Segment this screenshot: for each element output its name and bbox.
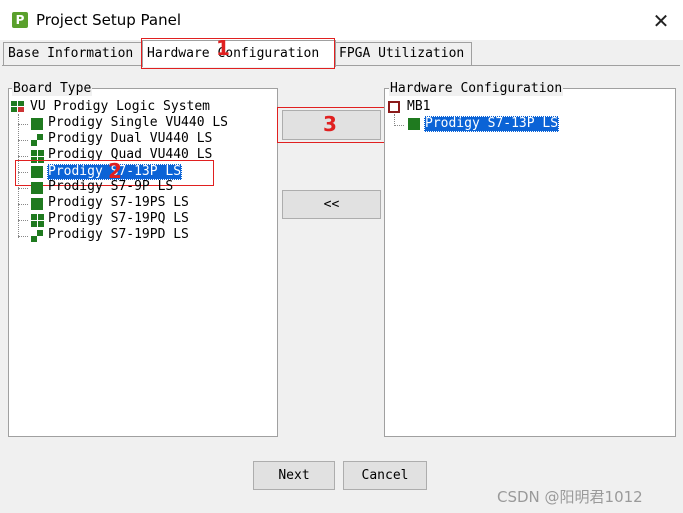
board-type-title: Board Type: [12, 81, 93, 96]
board-icon: [31, 214, 37, 220]
board-icon: [31, 198, 43, 210]
board-icon: [31, 118, 43, 130]
system-icon: [11, 101, 25, 113]
tree-connector: [394, 125, 404, 126]
board-icon: [31, 182, 43, 194]
tab-fpga-utilization[interactable]: FPGA Utilization: [334, 42, 472, 65]
board-item[interactable]: Prodigy S7-19PD LS: [48, 227, 189, 243]
board-icon: [37, 134, 43, 140]
hardware-config-title: Hardware Configuration: [389, 81, 564, 96]
annotation-box-1: [141, 38, 335, 69]
board-item[interactable]: Prodigy Dual VU440 LS: [48, 131, 212, 147]
cancel-button[interactable]: Cancel: [343, 461, 427, 490]
board-icon: [31, 236, 37, 242]
tree-connector: [18, 204, 28, 205]
tree-connector: [18, 124, 28, 125]
config-item-selected[interactable]: Prodigy S7-13P LS: [424, 116, 560, 132]
tree-root-vu-prodigy[interactable]: VU Prodigy Logic System: [30, 99, 210, 115]
board-icon: [31, 150, 37, 156]
app-icon: P: [12, 12, 28, 28]
board-icon: [408, 118, 420, 130]
watermark: CSDN @阳明君1012: [497, 488, 643, 506]
tree-connector: [18, 140, 28, 141]
close-icon[interactable]: ✕: [646, 8, 676, 34]
tree-connector: [18, 188, 28, 189]
annotation-number-1: 1: [216, 36, 230, 60]
board-icon: [31, 221, 37, 227]
tree-connector: [18, 236, 28, 237]
board-item[interactable]: Prodigy S7-9P LS: [48, 179, 173, 195]
board-icon: [38, 214, 44, 220]
annotation-number-3: 3: [323, 112, 337, 136]
tree-connector: [18, 156, 28, 157]
board-item[interactable]: Prodigy Single VU440 LS: [48, 115, 228, 131]
board-icon: [31, 140, 37, 146]
tab-strip-border: [2, 65, 680, 66]
board-item[interactable]: Prodigy S7-19PQ LS: [48, 211, 189, 227]
tab-base-information[interactable]: Base Information: [3, 42, 144, 65]
window-title: Project Setup Panel: [36, 11, 181, 29]
next-button[interactable]: Next: [253, 461, 335, 490]
board-icon: [37, 230, 43, 236]
tree-connector: [18, 220, 28, 221]
remove-button[interactable]: <<: [282, 190, 381, 219]
motherboard-icon: [388, 101, 400, 113]
tree-root-mb1[interactable]: MB1: [407, 99, 430, 115]
hardware-config-panel: [384, 88, 676, 437]
board-icon: [38, 150, 44, 156]
board-item[interactable]: Prodigy S7-19PS LS: [48, 195, 189, 211]
board-icon: [38, 221, 44, 227]
